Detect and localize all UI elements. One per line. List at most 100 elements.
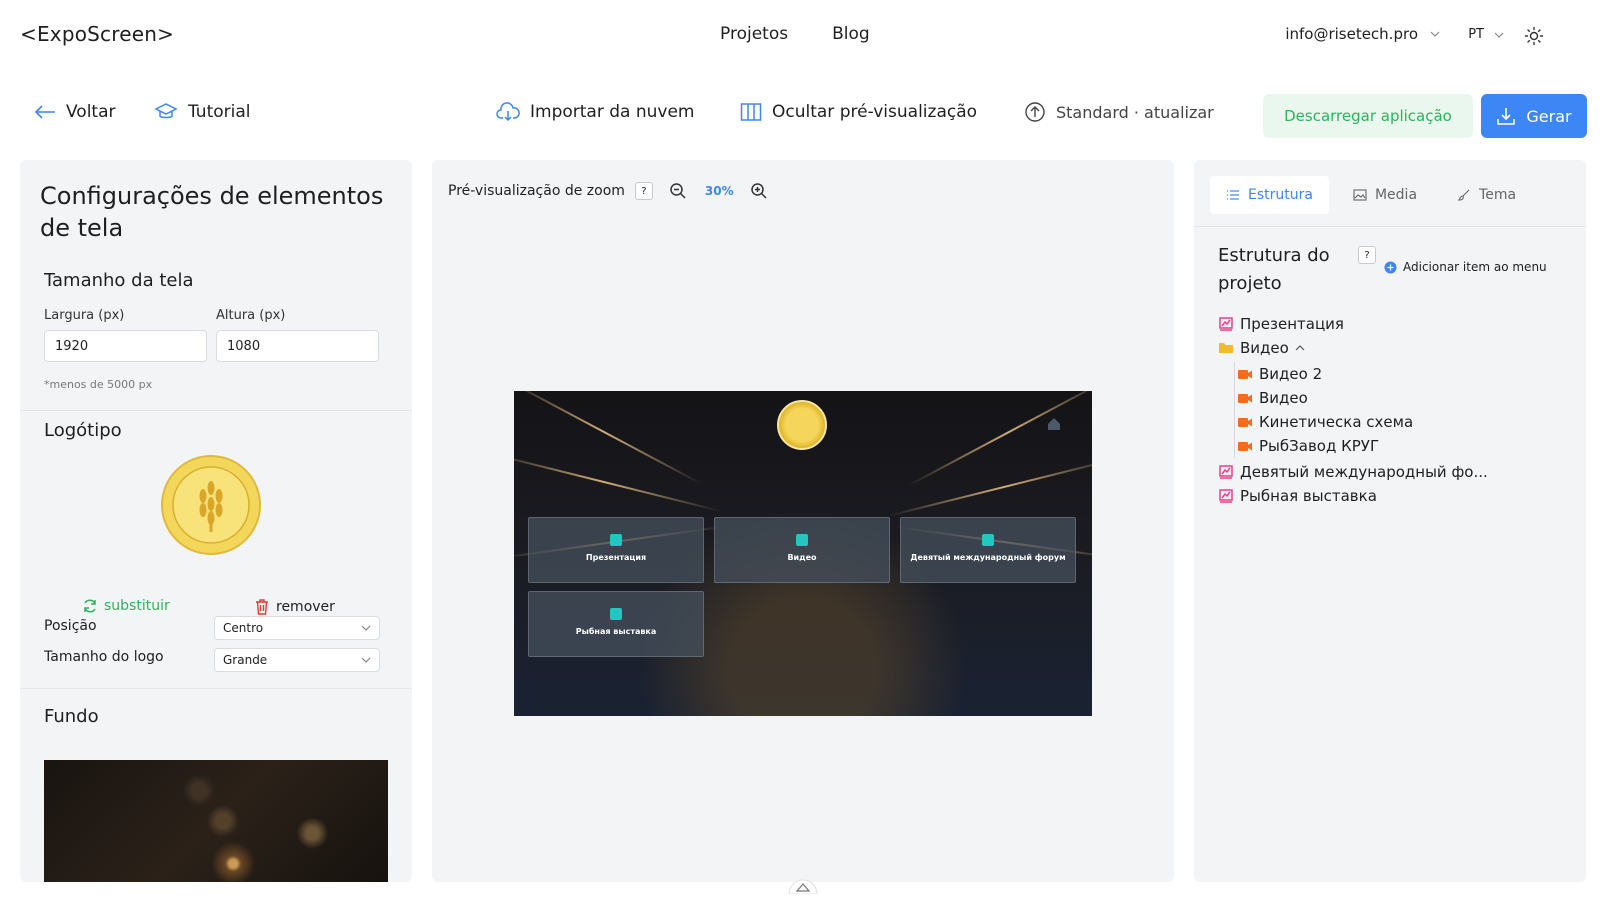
hide-preview-label: Ocultar pré-visualização bbox=[772, 102, 978, 122]
logo-section-title: Logótipo bbox=[44, 420, 122, 441]
chevron-up-icon[interactable] bbox=[1295, 343, 1305, 353]
columns-icon bbox=[740, 103, 762, 121]
video-camera-icon bbox=[1238, 418, 1252, 427]
folder-icon bbox=[1219, 343, 1233, 353]
card-badge-icon bbox=[796, 534, 808, 546]
download-app-button[interactable]: Descarregar aplicação bbox=[1263, 94, 1473, 138]
tree-item[interactable]: Девятый международный фо... bbox=[1218, 460, 1568, 484]
card-badge-icon bbox=[610, 534, 622, 546]
plan-label: Standard · atualizar bbox=[1056, 102, 1214, 122]
tree-item[interactable]: Видео 2 bbox=[1237, 362, 1568, 386]
tab-media-label: Media bbox=[1374, 187, 1418, 203]
light-ray bbox=[514, 451, 721, 513]
height-input[interactable]: 1080 bbox=[216, 330, 379, 362]
structure-title: Estrutura do projeto bbox=[1218, 245, 1330, 294]
preview-menu-card[interactable]: Презентация bbox=[528, 517, 704, 583]
tree-item-label: Кинетическа схема bbox=[1259, 413, 1414, 431]
nav-blog[interactable]: Blog bbox=[832, 24, 870, 44]
card-label: Презентация bbox=[585, 552, 647, 562]
tree-item-label: Девятый международный фо... bbox=[1240, 463, 1488, 481]
remove-logo-button[interactable]: remover bbox=[254, 598, 335, 616]
position-label: Posição bbox=[44, 618, 97, 634]
position-select[interactable]: Centro bbox=[214, 616, 380, 640]
import-cloud-label: Importar da nuvem bbox=[530, 102, 695, 122]
plan-upgrade-button[interactable]: Standard · atualizar bbox=[1024, 90, 1214, 134]
panel-tabs: Estrutura Media Tema bbox=[1210, 176, 1570, 214]
account-menu[interactable]: info@risetech.pro bbox=[1285, 25, 1440, 43]
account-email: info@risetech.pro bbox=[1285, 25, 1418, 43]
tree-item[interactable]: РыбЗавод КРУГ bbox=[1237, 434, 1568, 458]
image-icon bbox=[1353, 189, 1367, 201]
language-selector[interactable]: PT bbox=[1468, 27, 1504, 42]
nav-projects[interactable]: Projetos bbox=[720, 24, 788, 44]
tab-media[interactable]: Media bbox=[1337, 176, 1433, 214]
height-label: Altura (px) bbox=[216, 308, 286, 323]
section-divider bbox=[20, 410, 412, 411]
add-menu-item-label: Adicionar item ao menu bbox=[1403, 260, 1547, 274]
hide-preview-button[interactable]: Ocultar pré-visualização bbox=[740, 90, 977, 134]
preview-logo-image bbox=[777, 400, 827, 450]
cloud-download-icon bbox=[496, 102, 520, 122]
sun-icon[interactable] bbox=[1524, 26, 1544, 46]
preview-menu-card[interactable]: Видео bbox=[714, 517, 890, 583]
app-logo[interactable]: <ExpoScreen> bbox=[20, 22, 174, 46]
logo-size-select[interactable]: Grande bbox=[214, 648, 380, 672]
graduation-cap-icon bbox=[154, 103, 178, 119]
card-label: Рыбная выставка bbox=[575, 626, 657, 636]
screen-preview[interactable]: Презентация Видео Девятый международный … bbox=[514, 391, 1092, 716]
video-camera-icon bbox=[1238, 370, 1252, 379]
tree-item[interactable]: Кинетическа схема bbox=[1237, 410, 1568, 434]
width-input[interactable]: 1920 bbox=[44, 330, 207, 362]
preview-menu-card[interactable]: Рыбная выставка bbox=[528, 591, 704, 657]
chevron-down-icon bbox=[1494, 32, 1504, 38]
home-icon bbox=[1048, 418, 1060, 430]
logo-size-value: Grande bbox=[223, 653, 268, 667]
list-icon bbox=[1227, 190, 1239, 200]
project-tree: Презентация Видео Видео 2 Видео Кинетиче… bbox=[1218, 312, 1568, 508]
position-value: Centro bbox=[223, 621, 264, 635]
zoom-label: Pré-visualização de zoom bbox=[448, 183, 625, 199]
editor-toolbar: Voltar Tutorial Importar da nuvem Oculta… bbox=[0, 90, 1600, 138]
back-button[interactable]: Voltar bbox=[34, 90, 116, 134]
tabs-divider bbox=[1194, 226, 1586, 227]
zoom-help-button[interactable]: ? bbox=[634, 182, 653, 200]
card-label: Девятый международный форум bbox=[910, 552, 1066, 562]
replace-logo-button[interactable]: substituir bbox=[82, 598, 170, 614]
tree-folder[interactable]: Видео bbox=[1218, 336, 1568, 360]
triangle-handle-icon[interactable] bbox=[786, 876, 820, 894]
size-hint: *menos de 5000 px bbox=[44, 378, 153, 391]
zoom-out-icon[interactable] bbox=[669, 182, 687, 200]
tab-structure[interactable]: Estrutura bbox=[1210, 176, 1329, 214]
tab-theme-label: Tema bbox=[1479, 187, 1517, 203]
card-label: Видео bbox=[787, 552, 817, 562]
card-badge-icon bbox=[982, 534, 994, 546]
video-camera-icon bbox=[1238, 442, 1252, 451]
zoom-controls: Pré-visualização de zoom ? 30% bbox=[448, 182, 768, 200]
tree-item[interactable]: Рыбная выставка bbox=[1218, 484, 1568, 508]
generate-label: Gerar bbox=[1526, 106, 1572, 126]
width-label: Largura (px) bbox=[44, 308, 125, 323]
tree-item-label: Видео bbox=[1240, 339, 1289, 357]
background-preview-image[interactable] bbox=[44, 760, 388, 882]
tutorial-button[interactable]: Tutorial bbox=[154, 90, 251, 134]
main-nav: Projetos Blog bbox=[720, 24, 870, 44]
import-cloud-button[interactable]: Importar da nuvem bbox=[496, 90, 694, 134]
tab-theme[interactable]: Tema bbox=[1441, 176, 1532, 214]
tree-item-label: РыбЗавод КРУГ bbox=[1259, 437, 1380, 455]
chevron-down-icon bbox=[361, 625, 371, 631]
tree-item[interactable]: Презентация bbox=[1218, 312, 1568, 336]
card-badge-icon bbox=[610, 608, 622, 620]
structure-panel: Estrutura Media Tema Estrutura do projet… bbox=[1194, 160, 1586, 882]
generate-button[interactable]: Gerar bbox=[1481, 94, 1587, 138]
remove-label: remover bbox=[276, 599, 335, 615]
chevron-down-icon bbox=[1430, 31, 1440, 37]
tree-item-label: Видео 2 bbox=[1259, 365, 1323, 383]
preview-menu-card[interactable]: Девятый международный форум bbox=[900, 517, 1076, 583]
language-value: PT bbox=[1468, 27, 1484, 42]
trash-icon bbox=[256, 599, 268, 615]
presentation-icon bbox=[1219, 465, 1233, 479]
structure-help-button[interactable]: ? bbox=[1358, 246, 1376, 264]
zoom-in-icon[interactable] bbox=[750, 182, 768, 200]
add-menu-item-button[interactable]: Adicionar item ao menu bbox=[1384, 260, 1547, 274]
tree-item[interactable]: Видео bbox=[1237, 386, 1568, 410]
